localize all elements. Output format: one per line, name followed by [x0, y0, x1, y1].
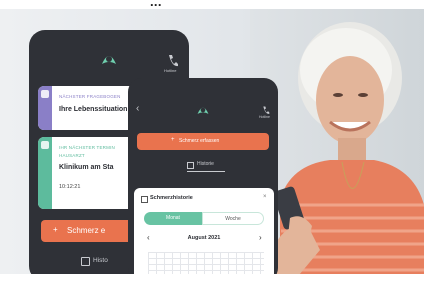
card-accent — [38, 86, 52, 130]
card-accent — [38, 137, 52, 209]
card-label: NÄCHSTER FRAGEBOGEN — [59, 94, 121, 99]
history-icon — [187, 162, 194, 169]
add-pain-button[interactable]: + Schmerz erfassen — [137, 133, 269, 150]
chart-icon — [141, 196, 148, 203]
prev-month-icon[interactable]: ‹ — [147, 233, 150, 242]
next-month-icon[interactable]: › — [259, 233, 262, 242]
hotline-label: Hotline — [259, 115, 270, 119]
bottom-margin — [0, 274, 424, 281]
panel-title: Schmerzhistorie — [150, 195, 193, 201]
card-time: 10:12:21 — [59, 184, 81, 190]
phone-mockup-front: ‹ Hotline + Schmerz erfassen Historie Sc… — [128, 78, 278, 281]
phone-call-icon[interactable] — [167, 53, 179, 69]
card-subtag: HAUSARZT — [59, 153, 85, 158]
add-pain-label: Schmerz e — [67, 226, 106, 235]
card-title: Ihre Lebenssituation — [59, 106, 128, 113]
history-tab[interactable]: Histo — [93, 257, 108, 264]
app-logo-icon — [197, 107, 209, 114]
back-chevron-icon[interactable]: ‹ — [136, 103, 139, 114]
segment-month[interactable]: Monat — [144, 212, 202, 225]
promo-banner: Hotline NÄCHSTER FRAGEBOGEN Ihre Lebenss… — [0, 0, 424, 281]
header-partial: ... — [150, 0, 162, 9]
card-label: IHR NÄCHSTER TERMIN — [59, 145, 115, 150]
hotline-label: Hotline — [164, 68, 177, 73]
card-title: Klinikum am Sta — [59, 164, 114, 171]
month-label: August 2021 — [187, 235, 221, 241]
history-tab[interactable]: Historie — [197, 161, 214, 167]
plus-icon: + — [53, 225, 58, 234]
tab-underline — [187, 171, 225, 172]
history-icon — [81, 257, 90, 266]
add-pain-label: Schmerz erfassen — [179, 138, 220, 144]
top-margin: ... — [0, 0, 424, 9]
app-logo-icon — [102, 56, 116, 64]
plus-icon: + — [171, 137, 175, 143]
close-icon[interactable]: × — [263, 194, 267, 200]
questionnaire-icon — [41, 90, 49, 98]
pain-history-panel: Schmerzhistorie × Monat Woche ‹ August 2… — [134, 188, 274, 281]
calendar-icon — [41, 141, 49, 149]
segment-week[interactable]: Woche — [202, 212, 264, 225]
